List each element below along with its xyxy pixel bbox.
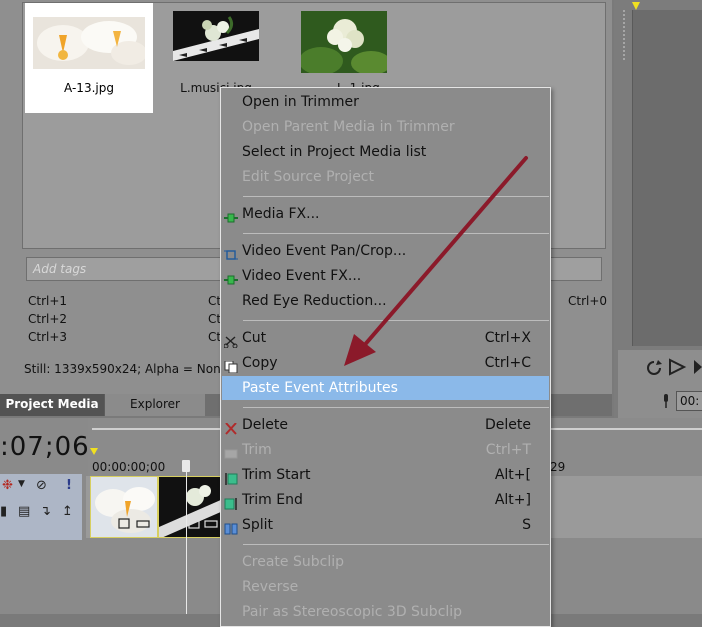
timeline-timecode: :07;06 xyxy=(0,432,90,462)
menu-item-trim-start[interactable]: Trim Start Alt+[ xyxy=(222,463,549,487)
play-from-start-icon xyxy=(694,360,702,374)
video-event-clip[interactable] xyxy=(90,476,158,538)
microphone-icon xyxy=(664,394,668,408)
menu-item-red-eye-reduction[interactable]: Red Eye Reduction... xyxy=(222,289,549,313)
split-icon xyxy=(224,519,238,535)
menu-item-pair-as-stereoscopic-3d-subclip[interactable]: Pair as Stereoscopic 3D Subclip xyxy=(222,600,549,624)
thumbnail-image xyxy=(301,11,387,73)
ruler-start-time: 00:00:00;00 xyxy=(92,460,166,474)
trim-end-icon xyxy=(224,494,238,510)
menu-separator xyxy=(243,544,549,545)
copy-icon xyxy=(224,357,238,374)
menu-item-select-in-project-media-list[interactable]: Select in Project Media list xyxy=(222,140,549,164)
track-motion-icon[interactable]: ▮ xyxy=(0,504,7,519)
tab-explorer[interactable]: Explorer xyxy=(104,394,205,416)
delete-x-icon xyxy=(224,419,238,435)
menu-item-copy[interactable]: Copy Ctrl+C xyxy=(222,351,549,375)
shortcut-label: Ctrl+3 xyxy=(28,330,68,344)
thumbnail-filename: A-13.jpg xyxy=(64,81,114,95)
composite-mode-icon[interactable]: ▤ xyxy=(18,504,30,519)
preview-ruler xyxy=(618,0,630,60)
menu-item-video-event-pan-crop[interactable]: Video Event Pan/Crop... xyxy=(222,239,549,263)
menu-item-open-parent-media-in-trimmer[interactable]: Open Parent Media in Trimmer xyxy=(222,115,549,139)
preview-time-field[interactable]: 00: xyxy=(676,391,702,411)
loop-icon xyxy=(647,360,662,375)
tab-project-media[interactable]: Project Media xyxy=(0,394,104,416)
compositing-child-icon[interactable]: ↴ xyxy=(40,504,51,519)
menu-item-trim-end[interactable]: Trim End Alt+] xyxy=(222,488,549,512)
menu-item-cut[interactable]: Cut Ctrl+X xyxy=(222,326,549,350)
track-fx-icon[interactable]: ❉ xyxy=(2,478,13,493)
scissors-icon xyxy=(223,332,238,349)
menu-item-open-in-trimmer[interactable]: Open in Trimmer xyxy=(222,90,549,114)
shortcut-label: Ctrl+1 xyxy=(28,294,68,308)
video-event-clip[interactable] xyxy=(158,476,222,538)
thumbnail-image xyxy=(173,11,259,61)
fx-plug-icon xyxy=(224,208,238,223)
solo-icon[interactable]: ! xyxy=(66,478,72,493)
video-preview-screen xyxy=(632,10,702,346)
media-thumbnail-item[interactable]: L.musici.jpg xyxy=(173,11,259,95)
pan-crop-icon xyxy=(224,245,238,260)
media-thumbnail-item[interactable]: L_1.jpg xyxy=(301,11,387,95)
trim-icon xyxy=(224,444,238,459)
menu-separator xyxy=(243,233,549,234)
playhead-handle[interactable] xyxy=(182,460,190,472)
thumbnail-image xyxy=(33,17,145,69)
preview-marker-icon xyxy=(632,2,640,10)
video-track-header: ❉ ▼ ⊘ ! ▮ ▤ ↴ ↥ xyxy=(0,474,82,540)
menu-item-reverse[interactable]: Reverse xyxy=(222,575,549,599)
timeline-playhead[interactable] xyxy=(186,460,187,614)
trim-start-icon xyxy=(224,469,238,485)
dropdown-arrow-icon[interactable]: ▼ xyxy=(18,479,25,489)
cursor-marker-icon xyxy=(90,448,98,455)
media-thumbnail-item[interactable]: A-13.jpg xyxy=(25,3,153,113)
menu-item-create-subclip[interactable]: Create Subclip xyxy=(222,550,549,574)
mute-icon[interactable]: ⊘ xyxy=(36,478,47,493)
menu-item-delete[interactable]: Delete Delete xyxy=(222,413,549,437)
menu-item-split[interactable]: Split S xyxy=(222,513,549,537)
menu-item-video-event-fx[interactable]: Video Event FX... xyxy=(222,264,549,288)
shortcut-label: Ctrl+0 xyxy=(568,294,608,308)
menu-separator xyxy=(243,196,549,197)
fx-plug-icon xyxy=(224,270,238,285)
media-status-text: Still: 1339x590x24; Alpha = None; xyxy=(24,362,233,376)
compositing-parent-icon[interactable]: ↥ xyxy=(62,504,73,519)
ruler-mark-label: 29 xyxy=(550,460,566,474)
menu-item-paste-event-attributes[interactable]: Paste Event Attributes xyxy=(222,376,549,400)
menu-separator xyxy=(243,407,549,408)
shortcut-label: Ctrl+2 xyxy=(28,312,68,326)
event-context-menu: Open in Trimmer Open Parent Media in Tri… xyxy=(220,87,551,627)
menu-item-edit-source-project[interactable]: Edit Source Project xyxy=(222,165,549,189)
menu-item-media-fx[interactable]: Media FX... xyxy=(222,202,549,226)
play-icon xyxy=(669,358,687,376)
menu-separator xyxy=(243,320,549,321)
menu-item-trim[interactable]: Trim Ctrl+T xyxy=(222,438,549,462)
